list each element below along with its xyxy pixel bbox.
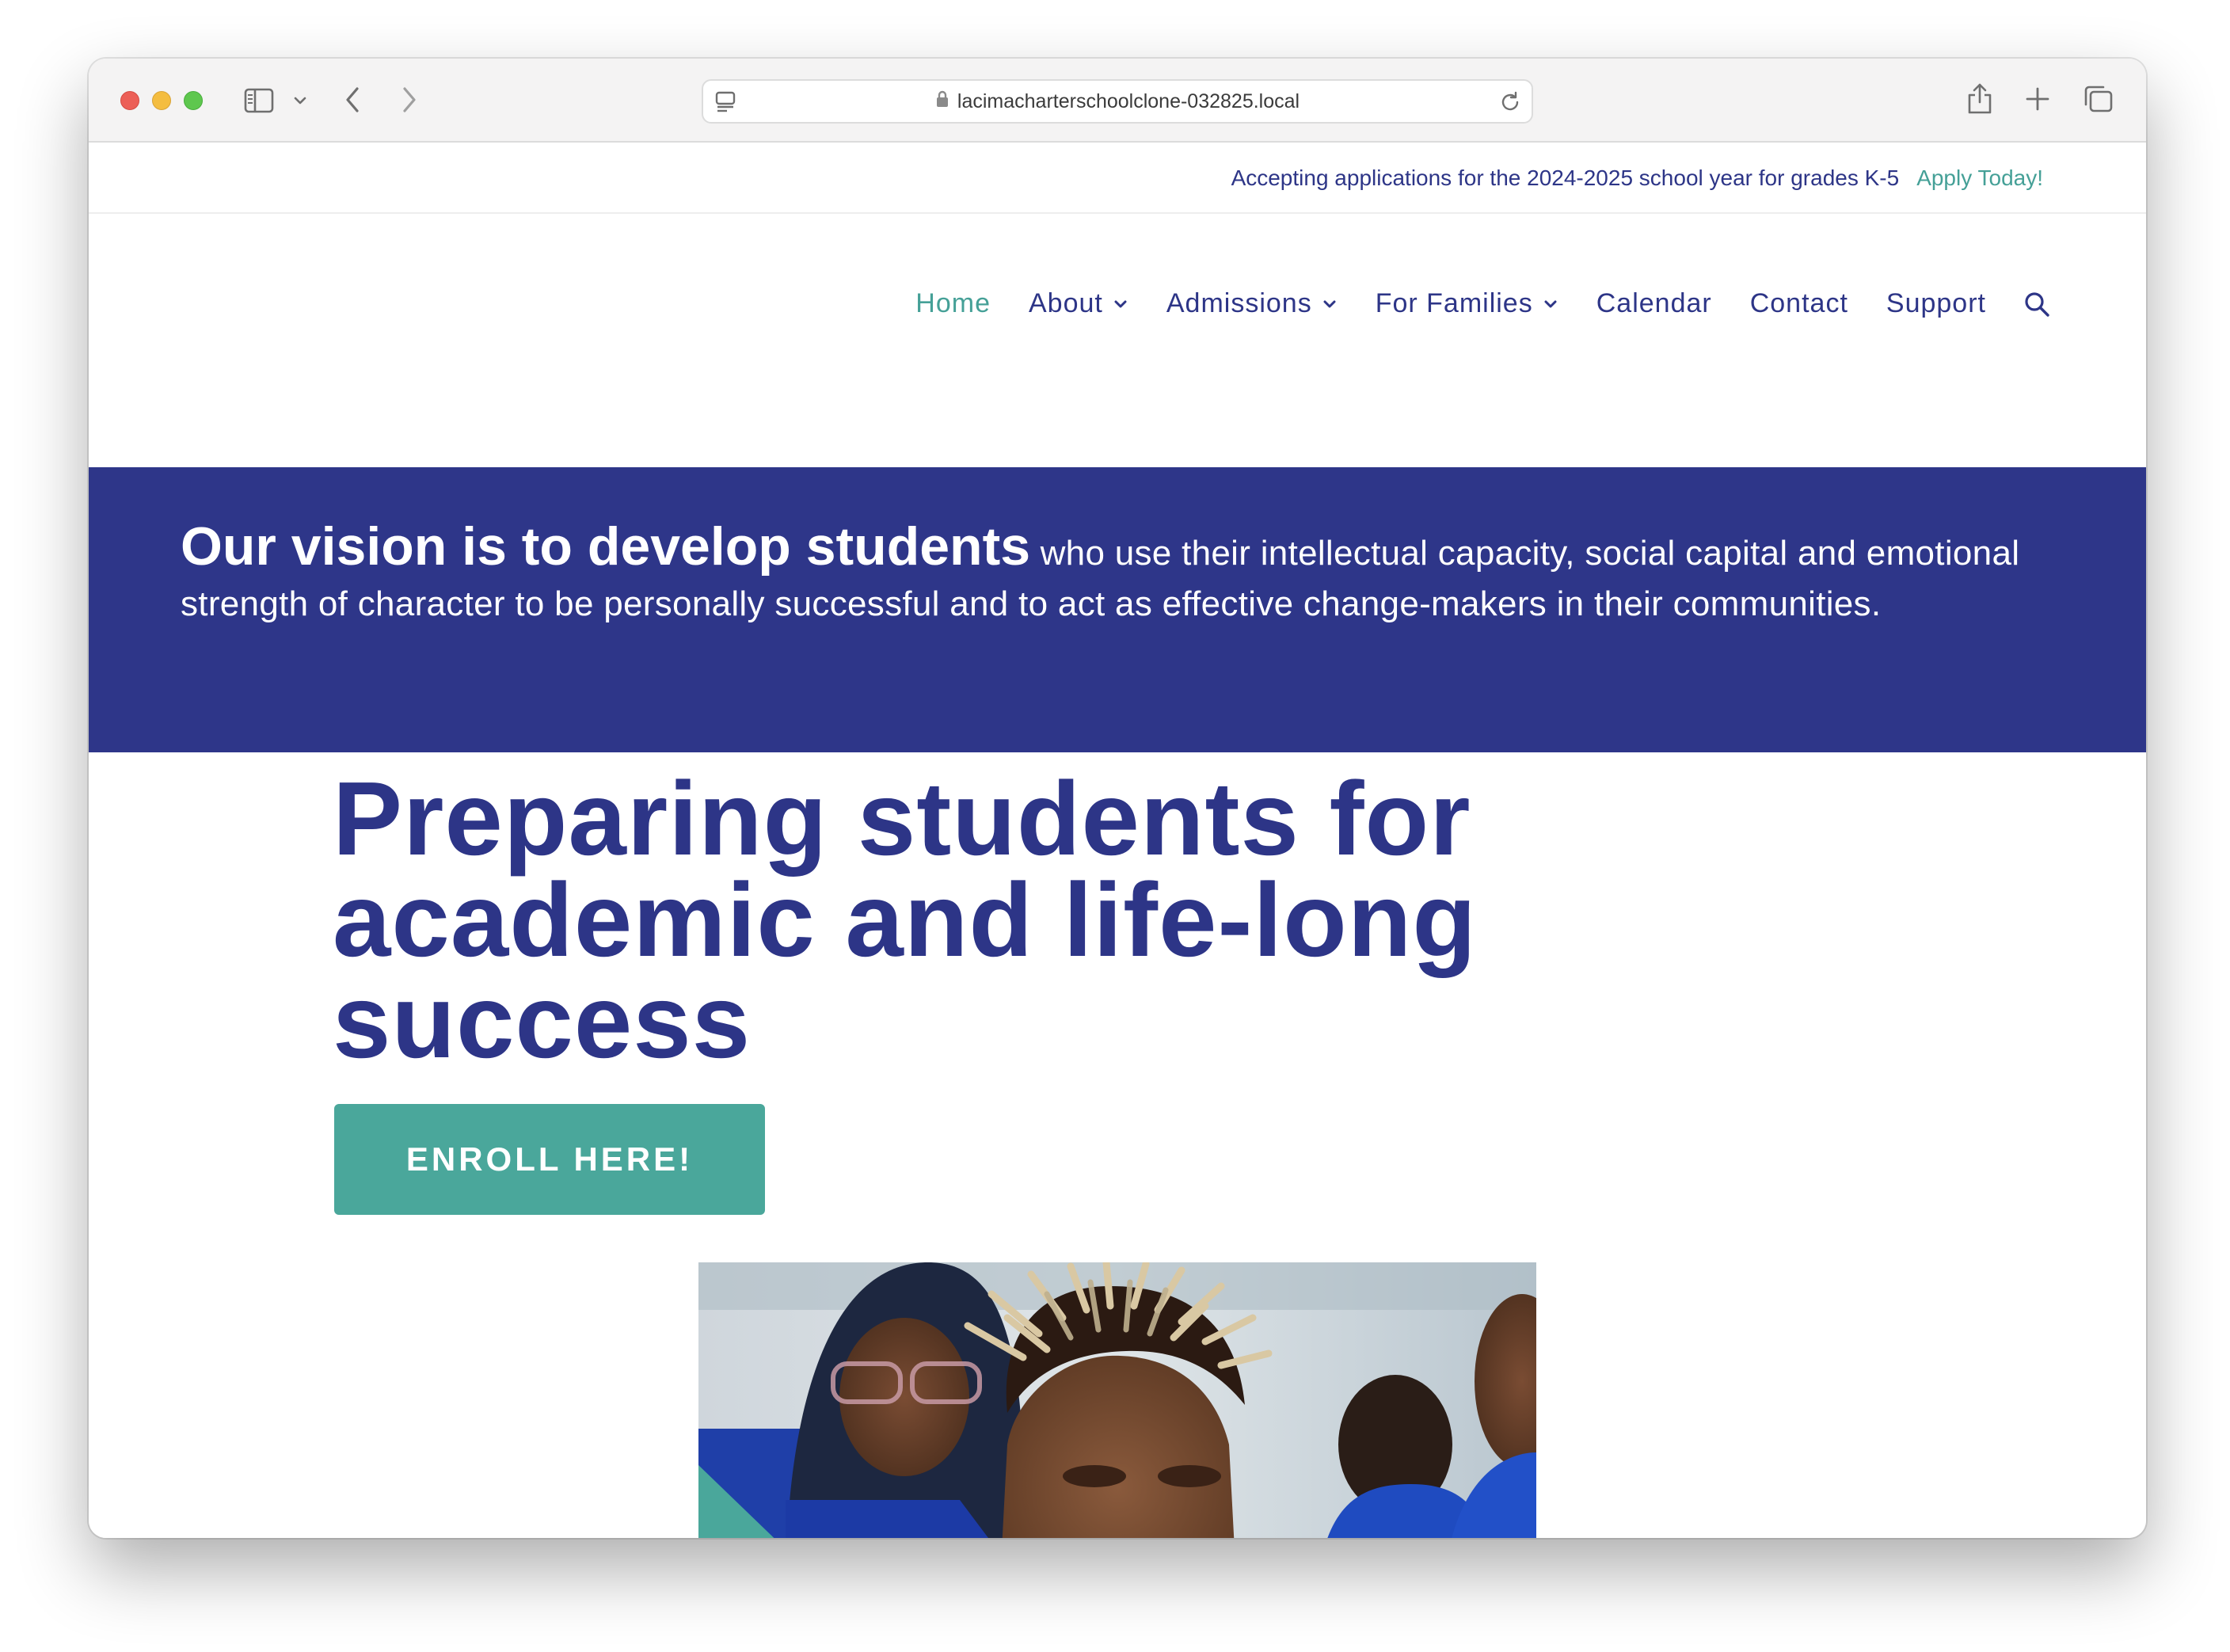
chevron-down-icon[interactable] xyxy=(293,95,307,106)
nav-item-label: Admissions xyxy=(1166,288,1312,318)
nav-item-label: Home xyxy=(915,288,991,318)
back-icon[interactable] xyxy=(344,86,361,114)
chevron-down-icon xyxy=(1543,299,1558,310)
tabs-overview-icon[interactable] xyxy=(2083,84,2114,114)
new-tab-icon[interactable] xyxy=(2024,86,2051,112)
nav-item-about[interactable]: About xyxy=(1029,288,1128,319)
vision-statement: Our vision is to develop students who us… xyxy=(181,520,2034,630)
search-icon[interactable] xyxy=(2023,290,2051,318)
nav-item-admissions[interactable]: Admissions xyxy=(1166,288,1338,319)
nav-item-label: Calendar xyxy=(1596,288,1712,318)
students-photo xyxy=(698,1262,1536,1538)
nav-item-for-families[interactable]: For Families xyxy=(1376,288,1558,319)
hero-title: Preparing students for academic and life… xyxy=(333,760,1477,1079)
nav-item-contact[interactable]: Contact xyxy=(1750,288,1848,319)
address-bar[interactable]: lacimacharterschoolclone-032825.local xyxy=(702,79,1533,124)
announcement-text: Accepting applications for the 2024-2025… xyxy=(1231,166,1900,190)
nav-item-label: Contact xyxy=(1749,288,1848,318)
sidebar-icon[interactable] xyxy=(244,87,274,114)
share-icon[interactable] xyxy=(1966,81,1994,116)
window-minimize-button[interactable] xyxy=(152,91,171,110)
nav-item-label: For Families xyxy=(1375,288,1533,318)
nav-item-label: About xyxy=(1029,288,1103,318)
page-content: Accepting applications for the 2024-2025… xyxy=(89,143,2146,1538)
chevron-down-icon xyxy=(1113,299,1128,310)
forward-icon[interactable] xyxy=(401,86,418,114)
vision-heading: Our vision is to develop students xyxy=(181,516,1031,577)
url-text: lacimacharterschoolclone-032825.local xyxy=(957,89,1300,112)
students-photo-image xyxy=(698,1262,1536,1538)
browser-window: lacimacharterschoolclone-032825.local Ac… xyxy=(89,59,2146,1538)
enroll-button[interactable]: ENROLL HERE! xyxy=(334,1104,765,1215)
nav-item-support[interactable]: Support xyxy=(1886,288,1986,319)
apply-today-link[interactable]: Apply Today! xyxy=(1916,166,2043,191)
reload-icon[interactable] xyxy=(1498,90,1522,114)
announcement-bar: Accepting applications for the 2024-2025… xyxy=(89,143,2146,214)
nav-item-calendar[interactable]: Calendar xyxy=(1596,288,1712,319)
browser-toolbar: lacimacharterschoolclone-032825.local xyxy=(89,59,2146,143)
nav-item-home[interactable]: Home xyxy=(915,288,991,319)
nav-item-label: Support xyxy=(1886,288,1986,318)
chevron-down-icon xyxy=(1322,299,1338,310)
lock-icon xyxy=(935,89,949,114)
window-maximize-button[interactable] xyxy=(184,91,203,110)
window-close-button[interactable] xyxy=(120,91,139,110)
main-nav: Home About Admissions For Families Calen… xyxy=(915,288,2051,319)
vision-banner: Our vision is to develop students who us… xyxy=(89,467,2146,752)
